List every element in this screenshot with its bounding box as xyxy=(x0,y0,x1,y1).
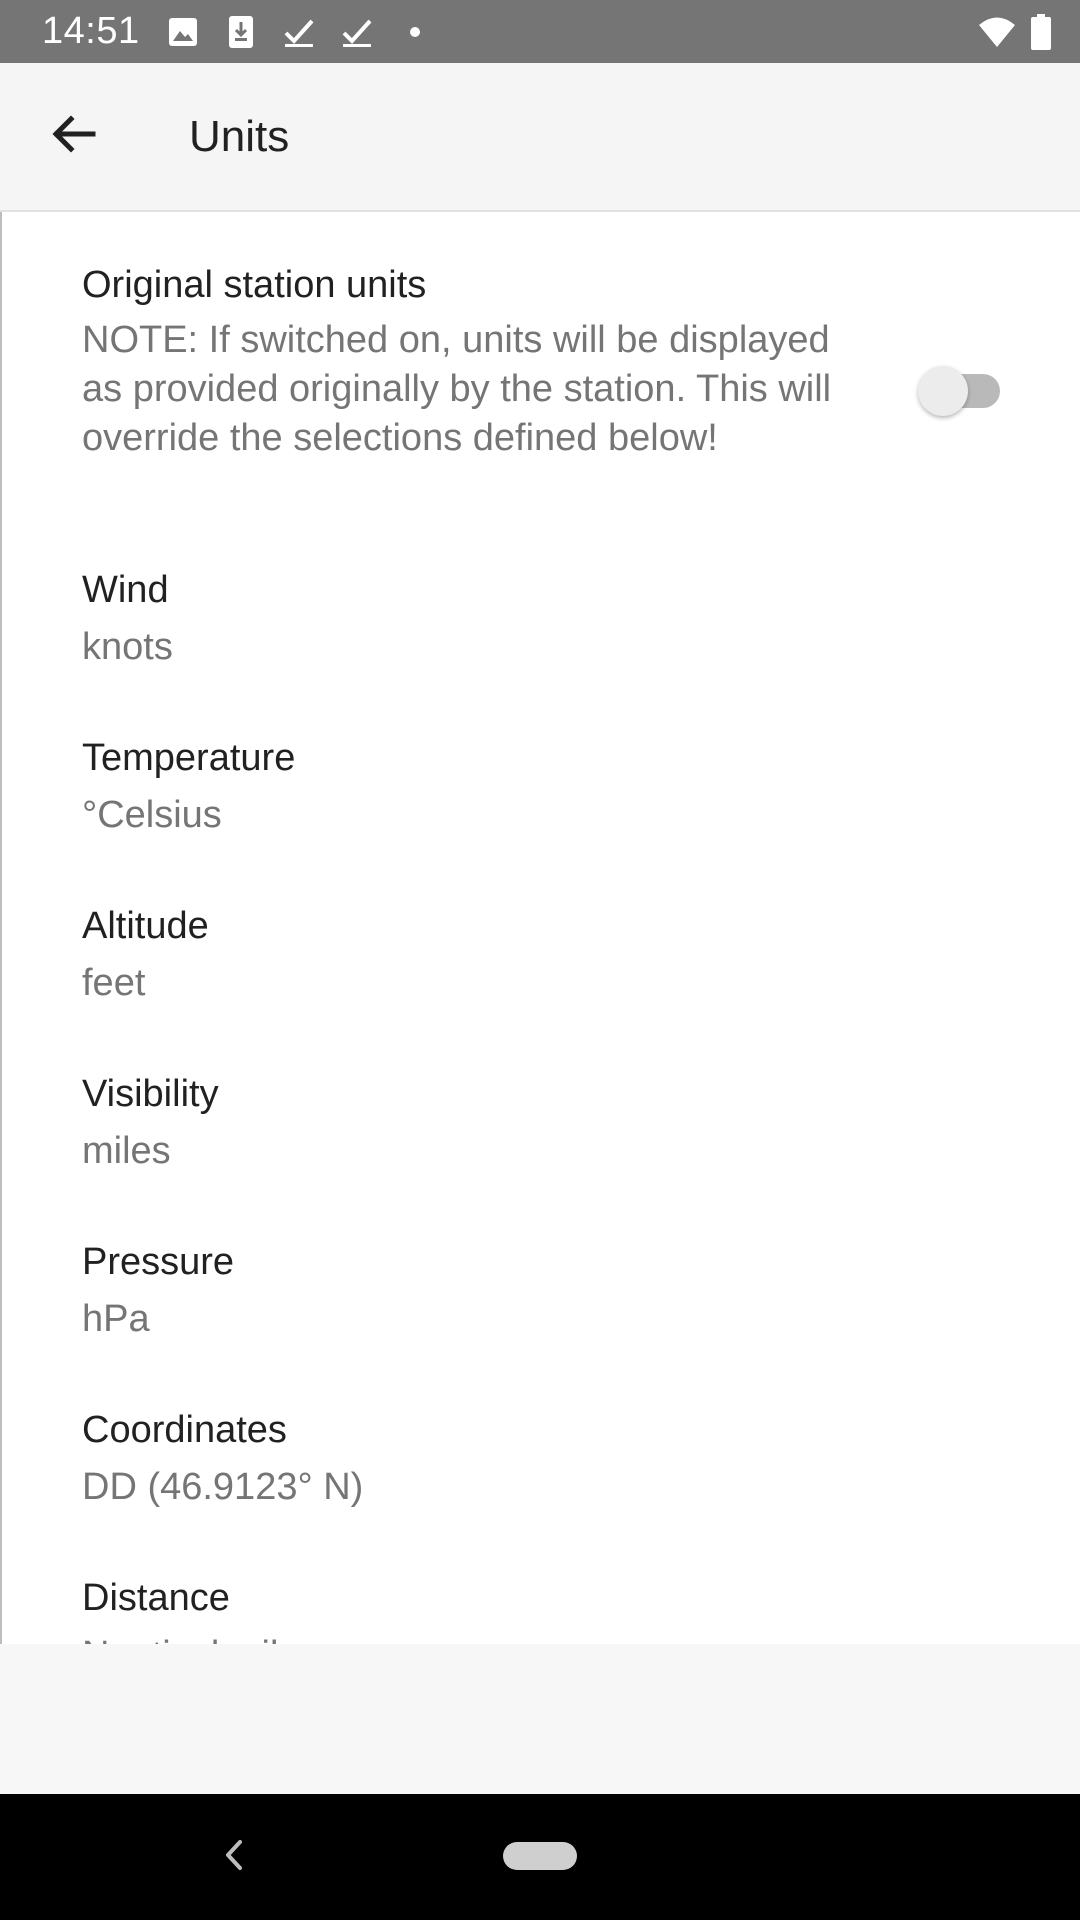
status-bar: 14:51 xyxy=(0,0,1080,63)
wind-preference[interactable]: Wind knots xyxy=(82,567,982,672)
system-icons xyxy=(964,13,1052,51)
notification-icons xyxy=(165,13,455,51)
preference-value: °Celsius xyxy=(82,794,222,836)
preference-summary: NOTE: If switched on, units will be disp… xyxy=(82,319,832,459)
coordinates-preference[interactable]: Coordinates DD (46.9123° N) xyxy=(82,1407,982,1512)
original-units-toggle[interactable] xyxy=(918,364,1000,416)
preference-value: miles xyxy=(82,1130,171,1172)
preference-value: feet xyxy=(82,962,146,1004)
temperature-preference[interactable]: Temperature °Celsius xyxy=(82,735,982,840)
list-bottom-area xyxy=(0,1644,1080,1794)
visibility-preference[interactable]: Visibility miles xyxy=(82,1071,982,1176)
distance-preference[interactable]: Distance Nautical miles xyxy=(82,1575,982,1644)
pressure-preference[interactable]: Pressure hPa xyxy=(82,1239,982,1344)
toggle-thumb xyxy=(918,366,968,416)
preference-value: Nautical miles xyxy=(82,1631,982,1644)
preference-title: Wind xyxy=(82,569,169,611)
preference-title: Altitude xyxy=(82,905,209,947)
original-station-units-preference[interactable]: Original station units NOTE: If switched… xyxy=(82,262,982,463)
preference-title: Original station units xyxy=(82,264,427,306)
page-title: Units xyxy=(189,112,290,161)
app-bar: Units xyxy=(0,63,1080,212)
preferences-list[interactable]: Original station units NOTE: If switched… xyxy=(0,212,1080,1644)
altitude-preference[interactable]: Altitude feet xyxy=(82,903,982,1008)
nav-back-button[interactable] xyxy=(214,1836,254,1878)
download-icon xyxy=(223,14,259,50)
status-time: 14:51 xyxy=(42,10,140,52)
image-icon xyxy=(165,14,201,50)
preference-value: DD (46.9123° N) xyxy=(82,1466,364,1508)
back-button[interactable] xyxy=(38,101,108,171)
check-icon xyxy=(339,14,375,50)
battery-icon xyxy=(1030,14,1052,50)
nav-home-pill[interactable] xyxy=(503,1842,577,1870)
check-icon xyxy=(281,14,317,50)
preference-value: hPa xyxy=(82,1298,150,1340)
arrow-back-icon xyxy=(49,110,97,163)
chevron-left-icon xyxy=(222,1838,246,1877)
navigation-bar xyxy=(0,1794,1080,1920)
preference-title: Visibility xyxy=(82,1073,219,1115)
preference-value: knots xyxy=(82,626,173,668)
preference-title: Distance xyxy=(82,1577,230,1619)
preference-title: Pressure xyxy=(82,1241,235,1283)
wifi-icon xyxy=(978,16,1016,48)
preference-title: Temperature xyxy=(82,737,296,779)
preference-title: Coordinates xyxy=(82,1409,287,1451)
dot-icon xyxy=(397,14,433,50)
